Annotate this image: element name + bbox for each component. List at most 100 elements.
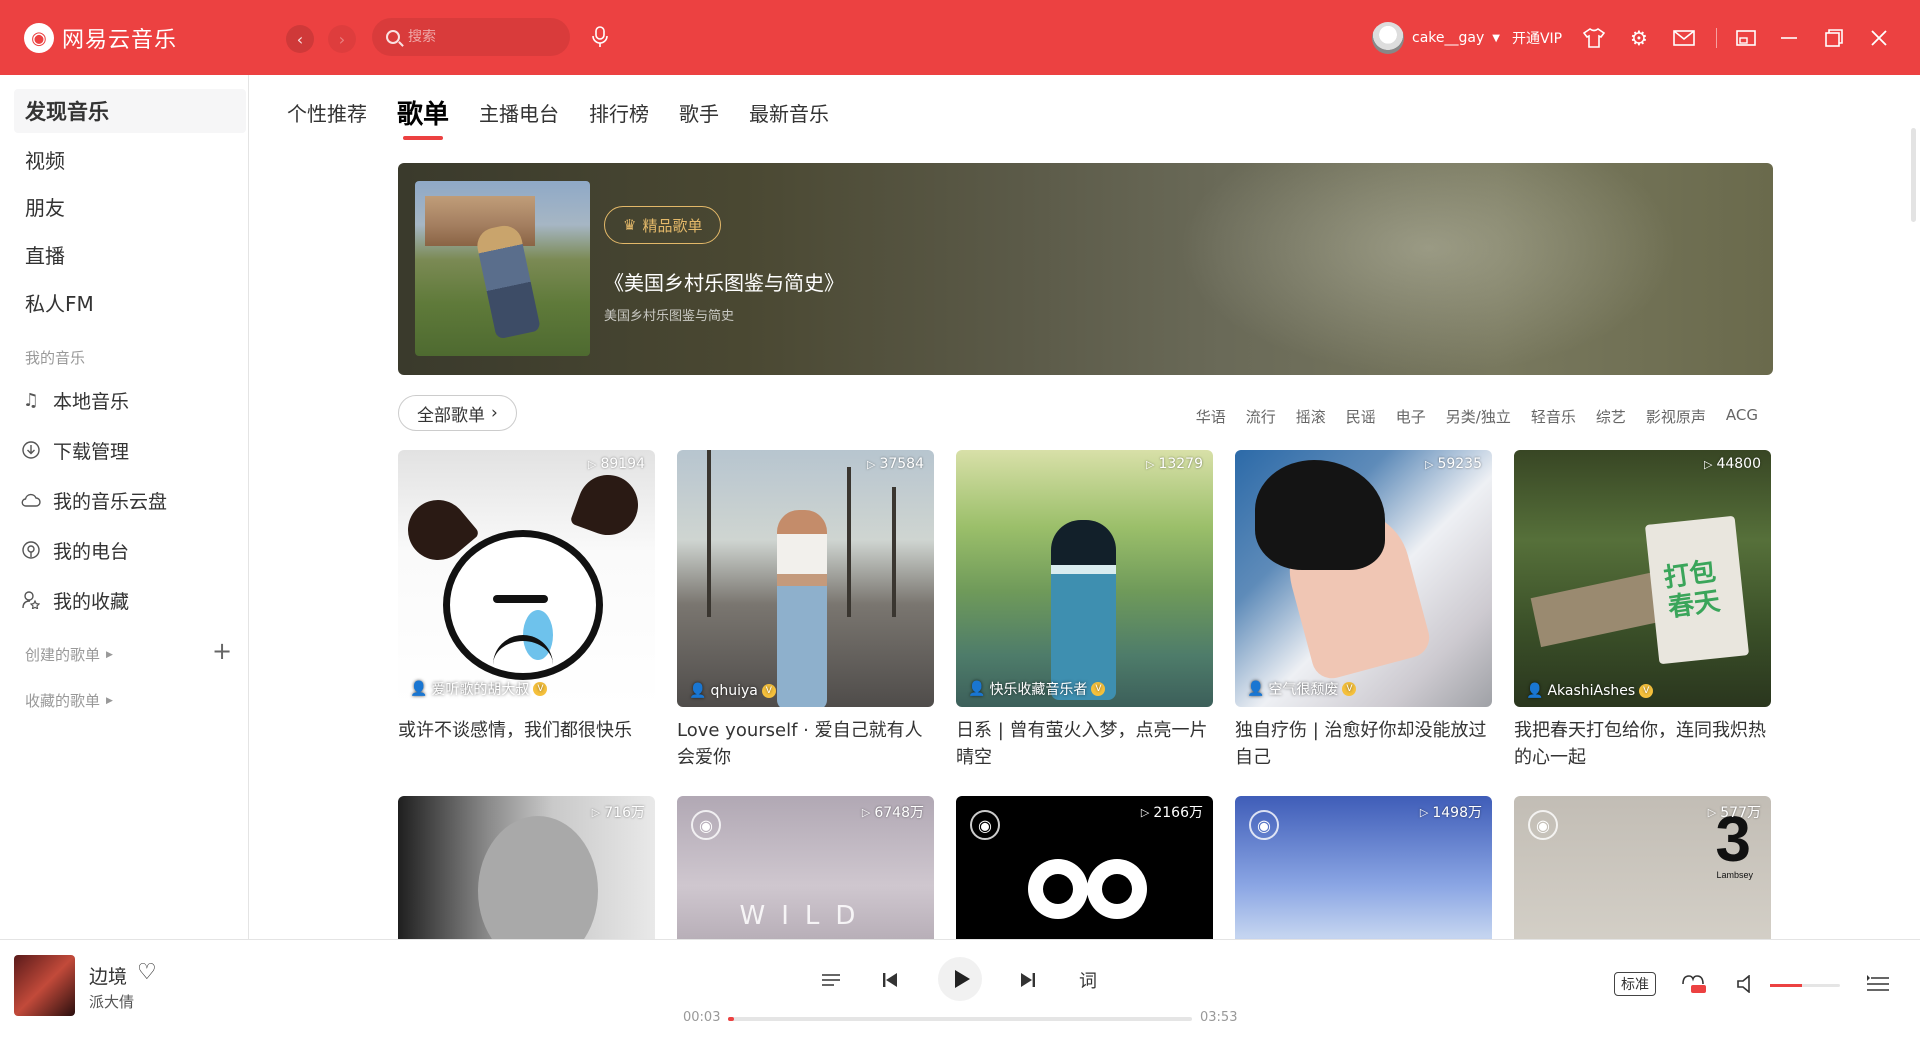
genre-tag[interactable]: 摇滚	[1296, 406, 1326, 427]
sidebar-item-friends[interactable]: 朋友	[14, 184, 246, 228]
genre-tag[interactable]: ACG	[1726, 406, 1758, 427]
sidebar-item-local-music[interactable]: ♫ 本地音乐	[14, 378, 246, 422]
now-playing-artist[interactable]: 派大倩	[89, 991, 134, 1012]
creator-name[interactable]: qhuiya	[710, 683, 757, 699]
avatar[interactable]	[1372, 22, 1404, 54]
maximize-icon[interactable]	[1820, 24, 1848, 52]
playlist-card[interactable]: 打包 春天 ▷ 44800 👤 AkashiAshes V 我把春天打包给你，连同我炽热…	[1514, 450, 1771, 771]
premium-playlist-button[interactable]: ♛ 精品歌单	[604, 206, 722, 244]
play-order-list-icon[interactable]	[815, 964, 847, 996]
playlist-title[interactable]: 日系 | 曾有萤火入梦，点亮一片晴空	[956, 717, 1213, 771]
play-button[interactable]	[938, 957, 982, 1001]
play-count: ▷ 44800	[1704, 456, 1761, 472]
playlist-creator[interactable]: 👤 爱听歌的胡大叔 V	[410, 679, 548, 699]
tab-artists[interactable]: 歌手	[679, 98, 719, 134]
sidebar-item-my-radio[interactable]: 我的电台	[14, 528, 246, 572]
mini-mode-icon[interactable]	[1732, 24, 1760, 52]
sidebar-item-personal-fm[interactable]: 私人FM	[14, 280, 246, 324]
minimize-icon[interactable]	[1775, 24, 1803, 52]
playlist-title[interactable]: Love yourself · 爱自己就有人会爱你	[677, 717, 934, 771]
forward-button[interactable]: ›	[328, 25, 356, 53]
creator-name[interactable]: AkashiAshes	[1547, 683, 1635, 699]
playlist-creator[interactable]: 👤 快乐收藏音乐者 V	[968, 679, 1106, 699]
close-icon[interactable]	[1865, 24, 1893, 52]
back-button[interactable]: ‹	[286, 25, 314, 53]
playlist-creator[interactable]: 👤 qhuiya V	[689, 683, 776, 699]
lyrics-button[interactable]: 词	[1072, 964, 1104, 996]
progress-bar[interactable]	[728, 1017, 1192, 1021]
tab-charts[interactable]: 排行榜	[589, 98, 649, 134]
genre-tag[interactable]: 民谣	[1346, 406, 1376, 427]
user-menu[interactable]: cake__gay ▼ 开通VIP	[1372, 22, 1562, 54]
playlist-title[interactable]: 独自疗伤 | 治愈好你却没能放过自己	[1235, 717, 1492, 771]
volume-icon[interactable]	[1733, 970, 1761, 998]
microphone-icon[interactable]	[592, 26, 608, 48]
playlist-card[interactable]: ▷ 13279 👤 快乐收藏音乐者 V 日系 | 曾有萤火入梦，点亮一片晴空	[956, 450, 1213, 771]
collected-playlists-toggle[interactable]: 收藏的歌单 ▶	[25, 690, 113, 711]
sidebar-item-my-collection[interactable]: 我的收藏	[14, 578, 246, 622]
sidebar-item-discover[interactable]: 发现音乐	[14, 89, 246, 133]
creator-name[interactable]: 爱听歌的胡大叔	[431, 679, 529, 699]
playlist-card[interactable]: ▷ 37584 👤 qhuiya V Love yourself · 爱自己就有人会爱…	[677, 450, 934, 771]
playlist-cover[interactable]: ▷ 89194 👤 爱听歌的胡大叔 V	[398, 450, 655, 707]
username[interactable]: cake__gay	[1412, 30, 1484, 46]
playlist-cover[interactable]: ▷ 13279 👤 快乐收藏音乐者 V	[956, 450, 1213, 707]
genre-tag[interactable]: 轻音乐	[1531, 406, 1576, 427]
playlist-queue-icon[interactable]	[1864, 970, 1892, 998]
volume-slider[interactable]	[1770, 984, 1840, 987]
playlist-creator[interactable]: 👤 AkashiAshes V	[1526, 683, 1654, 699]
vip-link[interactable]: 开通VIP	[1512, 28, 1562, 48]
banner-cover-image[interactable]	[415, 181, 590, 356]
sound-effect-icon[interactable]	[1680, 970, 1708, 998]
search-box[interactable]	[372, 18, 570, 56]
all-playlists-label: 全部歌单	[417, 405, 485, 426]
sidebar-item-live[interactable]: 直播	[14, 232, 246, 276]
playlist-cover[interactable]: ▷ 59235 👤 空气很颓废 V	[1235, 450, 1492, 707]
mail-icon[interactable]	[1670, 24, 1698, 52]
playlist-title[interactable]: 我把春天打包给你，连同我炽热的心一起	[1514, 717, 1771, 771]
genre-tag[interactable]: 综艺	[1596, 406, 1626, 427]
tab-new-music[interactable]: 最新音乐	[749, 98, 829, 134]
playlist-card[interactable]: ▷ 89194 👤 爱听歌的胡大叔 V 或许不谈感情，我们都很快乐	[398, 450, 655, 744]
skin-icon[interactable]	[1580, 24, 1608, 52]
created-playlists-toggle[interactable]: 创建的歌单 ▶	[25, 644, 113, 665]
genre-tag[interactable]: 影视原声	[1646, 406, 1706, 427]
playlist-creator[interactable]: 👤 空气很颓废 V	[1247, 679, 1357, 699]
genre-tag[interactable]: 另类/独立	[1446, 406, 1511, 427]
playlist-title[interactable]: 或许不谈感情，我们都很快乐	[398, 717, 655, 744]
featured-playlist-banner[interactable]: ♛ 精品歌单 《美国乡村乐图鉴与简史》 美国乡村乐图鉴与简史	[398, 163, 1773, 375]
vip-badge-icon: V	[1091, 682, 1106, 696]
banner-title[interactable]: 《美国乡村乐图鉴与简史》	[604, 267, 844, 296]
genre-tag[interactable]: 电子	[1396, 406, 1426, 427]
play-count: ▷ 6748万	[862, 802, 924, 822]
previous-track-icon[interactable]	[874, 964, 906, 996]
like-heart-icon[interactable]: ♡	[137, 960, 157, 985]
playlist-cover[interactable]: ▷ 37584 👤 qhuiya V	[677, 450, 934, 707]
scrollbar-thumb[interactable]	[1911, 128, 1916, 222]
caret-right-icon: ▶	[106, 695, 113, 706]
now-playing-cover[interactable]	[14, 955, 75, 1016]
add-playlist-button[interactable]: +	[212, 637, 232, 665]
sidebar-item-label: 我的音乐云盘	[53, 490, 168, 513]
playlist-cover[interactable]: 打包 春天 ▷ 44800 👤 AkashiAshes V	[1514, 450, 1771, 707]
sidebar-item-cloud-disk[interactable]: 我的音乐云盘	[14, 478, 246, 522]
tab-personal-recommend[interactable]: 个性推荐	[287, 98, 367, 134]
all-playlists-button[interactable]: 全部歌单 ›	[398, 395, 517, 431]
sound-quality-button[interactable]: 标准	[1614, 972, 1656, 996]
playlist-card[interactable]: ▷ 59235 👤 空气很颓废 V 独自疗伤 | 治愈好你却没能放过自己	[1235, 450, 1492, 771]
app-logo[interactable]: ◉ 网易云音乐	[24, 22, 177, 54]
tab-playlists[interactable]: 歌单	[397, 94, 449, 140]
sidebar-item-video[interactable]: 视频	[14, 137, 246, 181]
settings-gear-icon[interactable]: ⚙	[1625, 24, 1653, 52]
creator-name[interactable]: 快乐收藏音乐者	[989, 679, 1087, 699]
creator-name[interactable]: 空气很颓废	[1268, 679, 1338, 699]
sidebar-item-downloads[interactable]: 下载管理	[14, 428, 246, 472]
next-track-icon[interactable]	[1012, 964, 1044, 996]
caret-down-icon[interactable]: ▼	[1492, 33, 1500, 44]
now-playing-title[interactable]: 边境	[89, 962, 127, 989]
cover-art-shape	[1043, 874, 1073, 904]
genre-tag[interactable]: 华语	[1196, 406, 1226, 427]
search-input[interactable]	[408, 29, 558, 45]
genre-tag[interactable]: 流行	[1246, 406, 1276, 427]
tab-dj-radio[interactable]: 主播电台	[479, 98, 559, 134]
